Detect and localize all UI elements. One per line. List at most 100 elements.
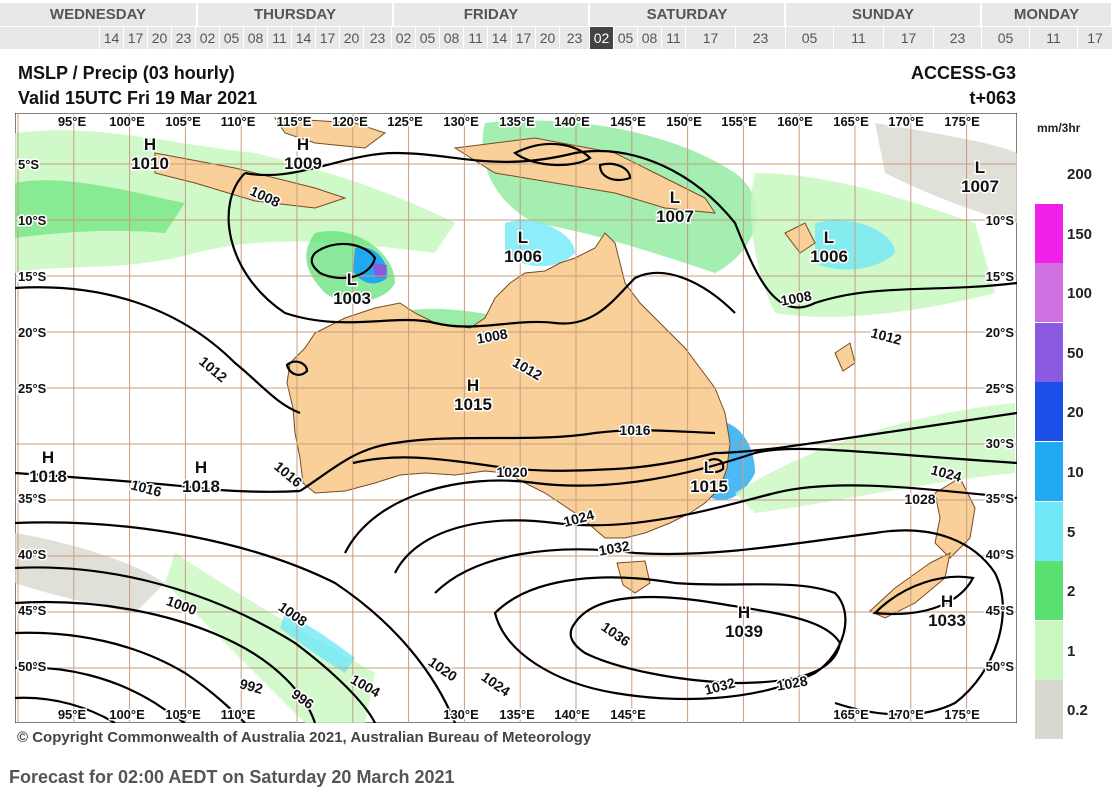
legend-level-label: 20 (1067, 404, 1084, 422)
hour-cell[interactable]: 23 (736, 27, 786, 49)
legend-swatch (1035, 203, 1063, 263)
day-row: WEDNESDAY THURSDAY FRIDAY SATURDAY SUNDAY MON… (0, 3, 1113, 26)
pressure-centre-high: H (297, 135, 309, 154)
hour-cell[interactable]: 11 (1030, 27, 1078, 49)
hour-cell[interactable]: 17 (512, 27, 536, 49)
precip-legend: mm/3hr 200 150 100 50 20 10 5 2 1 0.2 (1035, 115, 1113, 740)
bottom-longitude-label: 175°E (944, 707, 980, 722)
hour-cell[interactable]: 17 (686, 27, 736, 49)
left-latitude-label: 15°S (18, 269, 47, 284)
forecast-timeline: WEDNESDAY THURSDAY FRIDAY SATURDAY SUNDAY MON… (0, 0, 1113, 50)
legend-swatch (1035, 561, 1063, 621)
legend-swatch (1035, 680, 1063, 740)
bottom-longitude-label: 105°E (165, 707, 201, 722)
bottom-longitude-label: 170°E (888, 707, 924, 722)
hour-cell-selected[interactable]: 02 (590, 27, 614, 49)
hour-cell[interactable]: 11 (268, 27, 292, 49)
right-latitude-label: 35°S (986, 491, 1015, 506)
pressure-centre-value: 1039 (725, 622, 763, 641)
top-longitude-label: 155°E (721, 114, 757, 129)
left-latitude-label: 40°S (18, 547, 47, 562)
bottom-longitude-label: 135°E (499, 707, 535, 722)
pressure-centre-value: 1018 (182, 477, 220, 496)
bottom-longitude-label: 130°E (443, 707, 479, 722)
hour-cell[interactable]: 05 (786, 27, 834, 49)
legend-level-label: 100 (1067, 285, 1093, 303)
hour-cell[interactable]: 14 (292, 27, 316, 49)
left-latitude-label: 25°S (18, 381, 47, 396)
hour-cell[interactable]: 05 (614, 27, 638, 49)
bottom-longitude-label: 110°E (221, 707, 256, 722)
top-longitude-label: 140°E (554, 114, 590, 129)
hour-cell[interactable]: 08 (244, 27, 268, 49)
top-longitude-label: 130°E (443, 114, 479, 129)
left-latitude-label: 50°S (18, 659, 47, 674)
legend-level-label: 150 (1067, 225, 1093, 243)
top-longitude-label: 145°E (610, 114, 646, 129)
legend-swatch (1035, 620, 1063, 680)
hour-row: 14 17 20 23 02 05 08 11 14 17 20 23 02 05 08 11 14 17 20 23… (0, 27, 1113, 49)
hour-cell[interactable]: 11 (464, 27, 488, 49)
hour-cell[interactable]: 05 (982, 27, 1030, 49)
hour-cell[interactable]: 17 (124, 27, 148, 49)
hour-cell[interactable]: 08 (638, 27, 662, 49)
model-name: ACCESS-G3 (910, 63, 1016, 83)
hour-cell[interactable]: 11 (834, 27, 884, 49)
hour-cell[interactable]: 20 (536, 27, 560, 49)
legend-level-label: 10 (1067, 464, 1084, 481)
top-longitude-label: 95°E (58, 114, 87, 129)
hour-cell[interactable]: 20 (340, 27, 364, 49)
pressure-centre-high: H (467, 376, 479, 395)
day-label-thursday: THURSDAY (198, 3, 394, 26)
left-latitude-label: 5°S (18, 157, 39, 172)
pressure-centre-low: L (824, 228, 834, 247)
copyright-notice: © Copyright Commonwealth of Australia 20… (17, 729, 592, 746)
legend-swatch (1035, 322, 1063, 382)
isobar-label: 1028 (904, 491, 935, 507)
pressure-centre-value: 1007 (656, 207, 694, 226)
hour-cell[interactable]: 20 (148, 27, 172, 49)
pressure-centre-value: 1007 (961, 177, 999, 196)
hour-cell[interactable]: 23 (364, 27, 392, 49)
right-latitude-label: 20°S (986, 325, 1015, 340)
hour-cell[interactable]: 08 (440, 27, 464, 49)
pressure-centre-value: 1015 (690, 477, 728, 496)
hour-cell[interactable]: 05 (220, 27, 244, 49)
bottom-longitude-label: 165°E (833, 707, 869, 722)
lead-time: t+063 (969, 88, 1016, 108)
pressure-centre-value: 1006 (810, 247, 848, 266)
hour-cell[interactable]: 02 (392, 27, 416, 49)
bottom-longitude-label: 95°E (58, 707, 87, 722)
hour-cell[interactable]: 11 (662, 27, 686, 49)
hour-cell[interactable]: 05 (416, 27, 440, 49)
legend-swatch (1035, 144, 1063, 203)
forecast-time-heading: Forecast for 02:00 AEDT on Saturday 20 M… (9, 767, 455, 787)
pressure-centre-value: 1006 (504, 247, 542, 266)
hour-cell[interactable]: 14 (100, 27, 124, 49)
day-label-sunday: SUNDAY (786, 3, 982, 26)
top-longitude-label: 135°E (499, 114, 535, 129)
hour-cell[interactable]: 14 (488, 27, 512, 49)
bottom-longitude-label: 140°E (554, 707, 590, 722)
legend-level-label: 50 (1067, 344, 1084, 362)
hour-cell[interactable]: 23 (172, 27, 196, 49)
pressure-centre-low: L (347, 270, 357, 289)
hour-cell[interactable]: 02 (196, 27, 220, 49)
hour-cell[interactable]: 17 (1078, 27, 1113, 49)
left-latitude-label: 45°S (18, 603, 47, 618)
isobar-label: 1020 (496, 464, 527, 480)
day-label-saturday: SATURDAY (590, 3, 786, 26)
pressure-centre-low: L (670, 188, 680, 207)
hour-cell[interactable]: 23 (934, 27, 982, 49)
hour-cell[interactable]: 17 (884, 27, 934, 49)
right-latitude-label: 45°S (986, 603, 1015, 618)
right-latitude-label: 30°S (986, 436, 1015, 451)
legend-level-label: 0.2 (1067, 702, 1088, 720)
pressure-centre-high: H (42, 448, 54, 467)
pressure-centre-value: 1010 (131, 154, 169, 173)
hour-cell[interactable]: 17 (316, 27, 340, 49)
hour-cell[interactable]: 23 (560, 27, 590, 49)
right-latitude-label: 10°S (986, 213, 1015, 228)
legend-level-label: 1 (1067, 642, 1076, 660)
left-latitude-label: 10°S (18, 213, 47, 228)
